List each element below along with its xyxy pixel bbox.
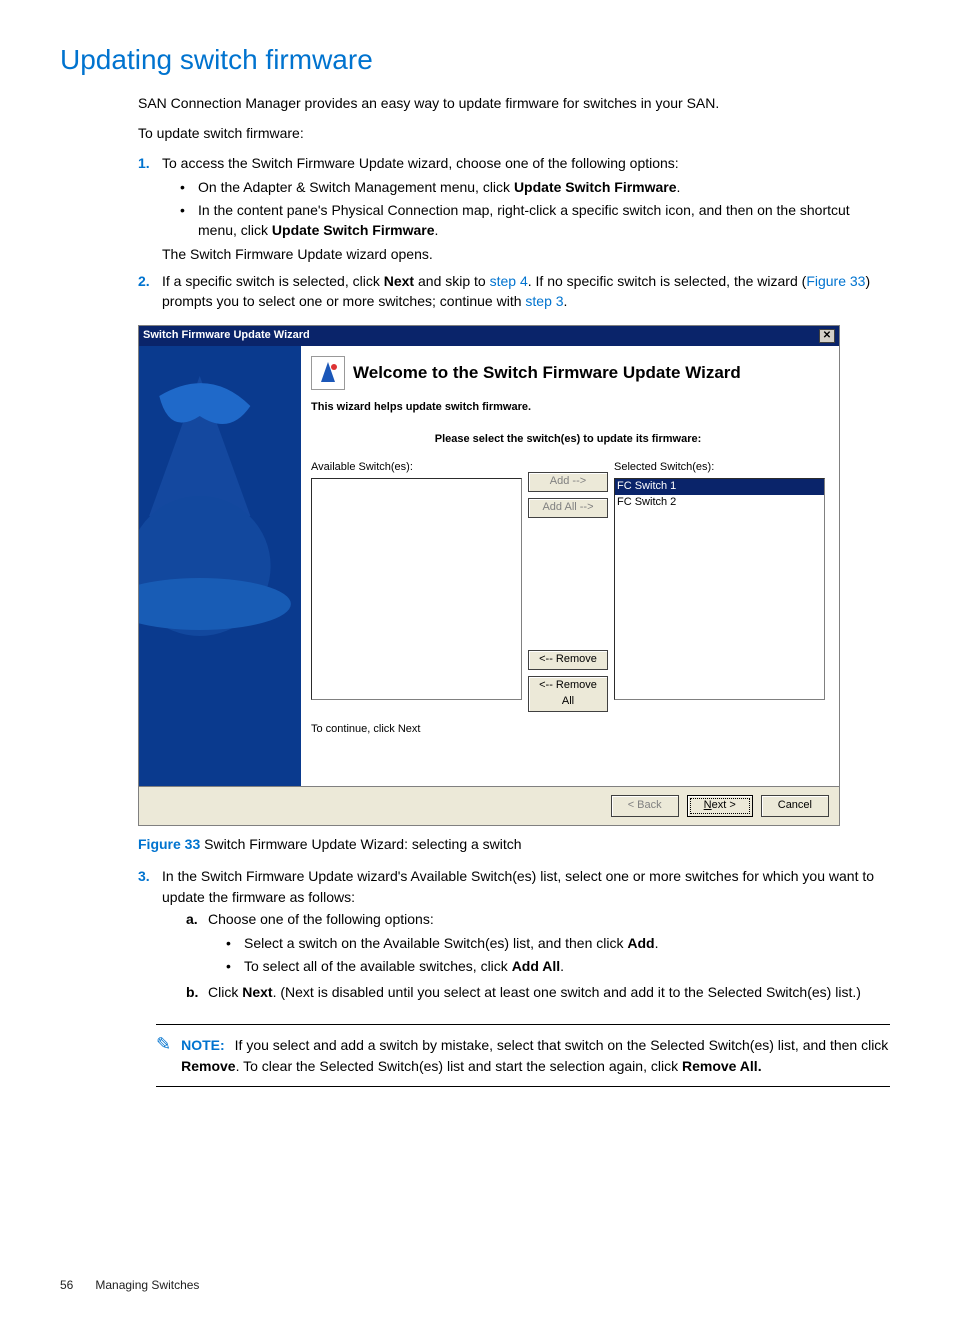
page-footer: 56 Managing Switches bbox=[60, 1277, 894, 1294]
step-3b-text: Click Next. (Next is disabled until you … bbox=[208, 982, 861, 1002]
list-marker: 3. bbox=[138, 866, 162, 1006]
step-3a-bullet-2: To select all of the available switches,… bbox=[244, 956, 564, 976]
list-marker: a. bbox=[186, 909, 208, 980]
add-all-button[interactable]: Add All --> bbox=[528, 498, 608, 518]
link-step-4[interactable]: step 4 bbox=[490, 273, 528, 289]
available-switches-list[interactable] bbox=[311, 478, 522, 700]
selected-switches-label: Selected Switch(es): bbox=[614, 460, 825, 476]
next-button[interactable]: Next > bbox=[687, 795, 753, 817]
page-title: Updating switch firmware bbox=[60, 40, 894, 81]
step-3-text: In the Switch Firmware Update wizard's A… bbox=[162, 868, 874, 904]
list-marker: b. bbox=[186, 982, 208, 1002]
bullet-icon: • bbox=[180, 177, 198, 197]
page-number: 56 bbox=[60, 1278, 73, 1292]
step-1-bullet-2: In the content pane's Physical Connectio… bbox=[198, 200, 890, 241]
list-item[interactable]: FC Switch 2 bbox=[615, 495, 824, 511]
wizard-heading: Welcome to the Switch Firmware Update Wi… bbox=[353, 361, 741, 386]
intro-paragraph-2: To update switch firmware: bbox=[138, 123, 890, 143]
remove-all-button[interactable]: <-- Remove All bbox=[528, 676, 608, 712]
bullet-icon: • bbox=[226, 956, 244, 976]
note-text: NOTE:If you select and add a switch by m… bbox=[181, 1035, 890, 1076]
step-3a-bullet-1: Select a switch on the Available Switch(… bbox=[244, 933, 658, 953]
wizard-subtitle: This wizard helps update switch firmware… bbox=[311, 400, 825, 416]
bullet-icon: • bbox=[180, 200, 198, 241]
link-figure-33[interactable]: Figure 33 bbox=[806, 273, 865, 289]
step-3a-text: Choose one of the following options: bbox=[208, 911, 434, 927]
figure-caption: Figure 33 Switch Firmware Update Wizard:… bbox=[138, 834, 894, 854]
back-button[interactable]: < Back bbox=[611, 795, 679, 817]
divider bbox=[156, 1086, 890, 1087]
wizard-icon bbox=[311, 356, 345, 390]
intro-paragraph-1: SAN Connection Manager provides an easy … bbox=[138, 93, 890, 113]
chapter-title: Managing Switches bbox=[95, 1278, 199, 1292]
wizard-continue-hint: To continue, click Next bbox=[311, 722, 825, 738]
cancel-button[interactable]: Cancel bbox=[761, 795, 829, 817]
step-1-text: To access the Switch Firmware Update wiz… bbox=[162, 155, 679, 171]
close-icon[interactable]: ✕ bbox=[819, 329, 835, 343]
list-marker: 1. bbox=[138, 153, 162, 264]
divider bbox=[156, 1024, 890, 1025]
selected-switches-list[interactable]: FC Switch 1 FC Switch 2 bbox=[614, 478, 825, 700]
link-step-3[interactable]: step 3 bbox=[525, 293, 563, 309]
add-button[interactable]: Add --> bbox=[528, 472, 608, 492]
wizard-title: Switch Firmware Update Wizard bbox=[143, 328, 310, 344]
step-1-after: The Switch Firmware Update wizard opens. bbox=[162, 244, 890, 264]
step-1-bullet-1: On the Adapter & Switch Management menu,… bbox=[198, 177, 680, 197]
remove-button[interactable]: <-- Remove bbox=[528, 650, 608, 670]
wizard-sidebar-graphic bbox=[139, 346, 301, 786]
wizard-dialog: Switch Firmware Update Wizard ✕ bbox=[138, 325, 840, 826]
list-marker: 2. bbox=[138, 271, 162, 312]
list-item[interactable]: FC Switch 1 bbox=[615, 479, 824, 495]
wizard-prompt: Please select the switch(es) to update i… bbox=[311, 432, 825, 448]
bullet-icon: • bbox=[226, 933, 244, 953]
step-2-text: If a specific switch is selected, click … bbox=[162, 271, 890, 312]
note-icon: ✎ bbox=[156, 1035, 171, 1076]
available-switches-label: Available Switch(es): bbox=[311, 460, 522, 476]
